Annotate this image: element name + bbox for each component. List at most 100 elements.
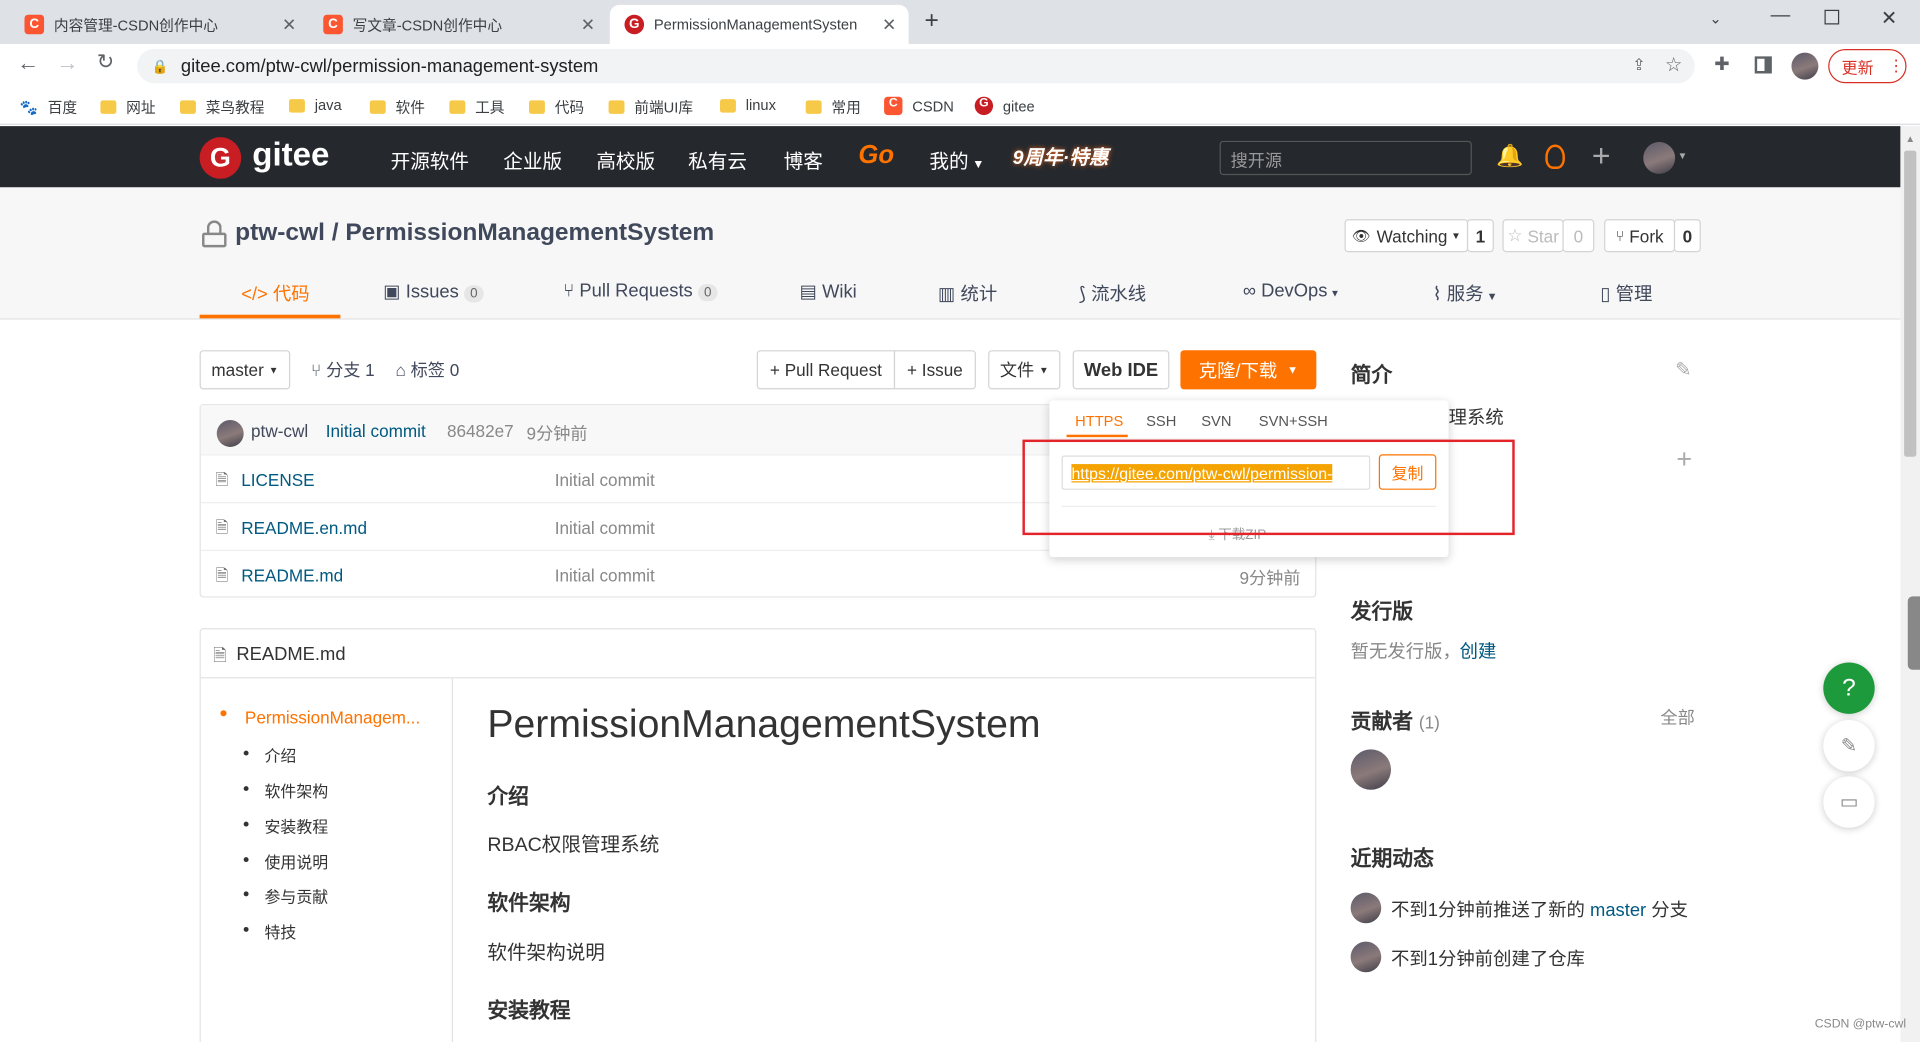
tab-stats[interactable]: ▥ 统计	[938, 280, 997, 306]
tags-link[interactable]: ⌂ 标签 0	[396, 358, 460, 382]
file-commit-message[interactable]: Initial commit	[555, 470, 655, 490]
star-button[interactable]: ☆ Star	[1502, 219, 1564, 253]
bookmark-gitee[interactable]: Ggitee	[974, 96, 1035, 116]
toc-item[interactable]: 介绍	[264, 743, 296, 766]
minimize-icon[interactable]: —	[1771, 5, 1791, 27]
toc-item[interactable]: 安装教程	[264, 814, 328, 837]
bookmark-baidu[interactable]: 🐾 百度	[20, 97, 78, 118]
bookmark-folder[interactable]: 软件	[369, 97, 425, 118]
watch-button[interactable]: 👁 Watching ▼	[1344, 219, 1469, 253]
nav-go[interactable]: Go	[858, 141, 894, 170]
help-icon[interactable]: ?	[1823, 662, 1875, 714]
activity-avatar[interactable]	[1350, 892, 1382, 924]
toc-item[interactable]: 软件架构	[264, 779, 328, 802]
forward-icon[interactable]: →	[56, 50, 78, 76]
sidepanel-icon[interactable]	[1754, 56, 1772, 74]
new-pull-request-button[interactable]: + Pull Request	[756, 350, 896, 390]
tab-code[interactable]: </> 代码	[241, 280, 309, 306]
bookmark-folder[interactable]: java	[288, 97, 342, 114]
fork-count[interactable]: 0	[1673, 219, 1701, 253]
bookmark-folder[interactable]: linux	[720, 97, 776, 114]
page-scrollbar[interactable]: ▲	[1900, 126, 1920, 1042]
commit-message[interactable]: Initial commit	[326, 421, 426, 441]
add-topic-icon[interactable]: +	[1676, 443, 1692, 475]
chevron-down-icon[interactable]: ▼	[1678, 151, 1688, 162]
close-tab-icon[interactable]: ✕	[282, 14, 296, 35]
clone-tab-ssh[interactable]: SSH	[1146, 413, 1176, 430]
files-dropdown[interactable]: 文件 ▼	[988, 350, 1061, 390]
file-name[interactable]: LICENSE	[241, 470, 314, 490]
browser-tab-2[interactable]: C 写文章-CSDN创作中心 ✕	[309, 5, 608, 44]
nav-enterprise[interactable]: 企业版	[503, 144, 562, 173]
nav-opensource[interactable]: 开源软件	[391, 144, 469, 173]
activity-avatar[interactable]	[1350, 941, 1382, 973]
toc-item[interactable]: 特技	[264, 920, 296, 943]
anniversary-promo-banner[interactable]: 9周年·特惠	[1013, 141, 1109, 170]
commit-hash[interactable]: 86482e7	[447, 421, 514, 441]
clone-tab-svn[interactable]: SVN	[1201, 413, 1231, 430]
browser-tab-1[interactable]: C 内容管理-CSDN创作中心 ✕	[10, 5, 309, 44]
profile-avatar[interactable]	[1791, 52, 1819, 80]
repo-owner-link[interactable]: ptw-cwl	[235, 219, 325, 246]
edit-intro-icon[interactable]: ✎	[1675, 358, 1691, 382]
web-ide-button[interactable]: Web IDE	[1072, 350, 1170, 390]
tab-issues[interactable]: ▣ Issues 0	[383, 280, 484, 303]
toc-item-title[interactable]: PermissionManagem...	[245, 708, 420, 728]
user-avatar[interactable]	[1643, 142, 1676, 174]
tab-search-icon[interactable]: ⌄	[1709, 10, 1721, 27]
browser-tab-3[interactable]: G PermissionManagementSysten ✕	[609, 4, 909, 45]
commit-author[interactable]: ptw-cwl	[251, 421, 308, 441]
file-commit-message[interactable]: Initial commit	[555, 518, 655, 538]
new-tab-icon[interactable]: +	[924, 7, 938, 35]
star-count[interactable]: 0	[1562, 219, 1595, 253]
file-name[interactable]: README.md	[241, 566, 343, 586]
back-icon[interactable]: ←	[17, 50, 39, 76]
bookmark-folder[interactable]: 工具	[449, 97, 505, 118]
create-plus-icon[interactable]: +	[1592, 137, 1611, 175]
bookmark-folder[interactable]: 菜鸟教程	[180, 97, 265, 118]
side-handle[interactable]	[1907, 596, 1920, 670]
close-window-icon[interactable]: ✕	[1881, 6, 1897, 30]
all-contributors-link[interactable]: 全部	[1660, 705, 1694, 729]
file-name[interactable]: README.en.md	[241, 518, 367, 538]
contributor-avatar[interactable]	[1350, 749, 1392, 790]
gitee-wordmark[interactable]: gitee	[252, 136, 329, 174]
restore-icon[interactable]	[1824, 9, 1840, 25]
new-issue-button[interactable]: + Issue	[893, 350, 976, 390]
notification-bell-icon[interactable]: 🔔	[1496, 143, 1523, 169]
search-input[interactable]: 搜开源	[1219, 140, 1472, 176]
bookmark-folder[interactable]: 前端UI库	[608, 97, 693, 118]
clone-download-button[interactable]: 克隆/下载 ▼	[1180, 350, 1317, 390]
gitee-logo-icon[interactable]: G	[199, 137, 242, 179]
tab-pull-requests[interactable]: ⑂ Pull Requests 0	[563, 280, 718, 302]
bookmark-folder[interactable]: 代码	[528, 97, 584, 118]
tab-devops[interactable]: ∞ DevOps ▼	[1243, 280, 1340, 301]
extensions-icon[interactable]: ✚	[1714, 53, 1729, 75]
close-tab-icon[interactable]: ✕	[882, 14, 896, 35]
repo-name-link[interactable]: PermissionManagementSystem	[345, 219, 714, 246]
nav-mine[interactable]: 我的 ▼	[929, 144, 984, 173]
fork-button[interactable]: ⑂ Fork	[1604, 219, 1676, 253]
clone-tab-svn-ssh[interactable]: SVN+SSH	[1259, 413, 1328, 430]
toc-item[interactable]: 使用说明	[264, 850, 328, 873]
activity-branch-link[interactable]: master	[1590, 900, 1646, 921]
branch-select[interactable]: master ▼	[199, 350, 291, 390]
feedback-edit-icon[interactable]: ✎	[1823, 720, 1875, 772]
update-button[interactable]: 更新 ⋮	[1828, 48, 1907, 84]
clone-tab-https[interactable]: HTTPS	[1075, 413, 1123, 430]
lightbulb-icon[interactable]	[1545, 144, 1565, 169]
tab-manage[interactable]: ▯ 管理	[1600, 280, 1652, 306]
bookmark-csdn[interactable]: C CSDN	[884, 96, 954, 116]
reload-icon[interactable]: ↻	[97, 50, 114, 74]
create-release-link[interactable]: 创建	[1460, 638, 1497, 664]
url-field[interactable]: 🔒 gitee.com/ptw-cwl/permission-managemen…	[137, 48, 1695, 84]
branches-link[interactable]: ⑂ 分支 1	[311, 358, 375, 382]
bookmark-folder[interactable]: 网址	[100, 97, 156, 118]
share-icon[interactable]: ⇪	[1632, 55, 1645, 75]
close-tab-icon[interactable]: ✕	[581, 14, 595, 35]
bookmark-folder[interactable]: 常用	[805, 97, 861, 118]
tab-service[interactable]: ⌇ 服务 ▼	[1433, 280, 1498, 306]
toc-item[interactable]: 参与贡献	[264, 884, 328, 907]
tab-pipeline[interactable]: ⟆ 流水线	[1079, 280, 1146, 306]
nav-education[interactable]: 高校版	[596, 144, 655, 173]
